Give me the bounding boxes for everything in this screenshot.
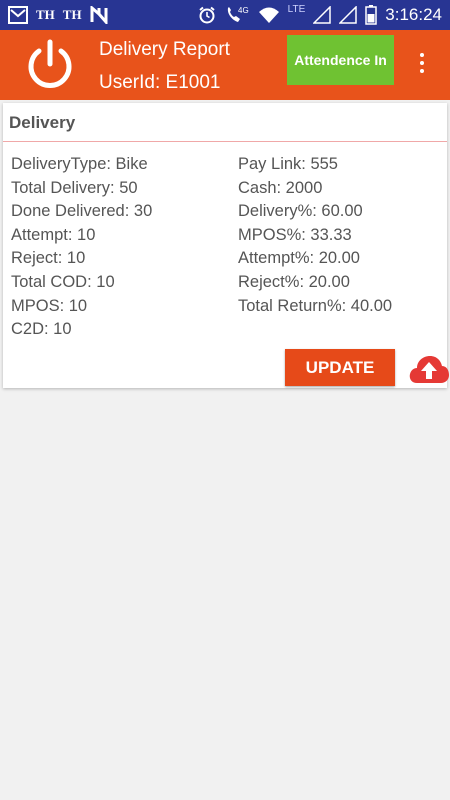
cloud-upload-icon[interactable] <box>408 353 450 385</box>
stat-done-delivered: Done Delivered: 30 <box>11 202 153 221</box>
stat-delivery-type: DeliveryType: Bike <box>11 155 148 173</box>
power-icon[interactable] <box>24 39 76 91</box>
stat-cash: Cash: 2000 <box>238 178 323 197</box>
wifi-icon <box>258 7 279 23</box>
update-button[interactable]: UPDATE <box>285 349 395 386</box>
delivery-card: Delivery DeliveryType: Bike Total Delive… <box>3 103 450 388</box>
stat-reject: Reject: 10 <box>11 249 86 268</box>
carrier-label-2: TH <box>62 7 82 22</box>
status-time: 3:16:24 <box>385 5 442 24</box>
carrier-label-1: TH <box>36 7 55 22</box>
stat-attempt: Attempt: 10 <box>11 225 96 244</box>
user-id-label: UserId: E1001 <box>99 72 221 93</box>
attendance-in-button[interactable]: Attendence In <box>287 35 394 85</box>
status-bar-left: TH TH <box>8 0 108 30</box>
card-title: Delivery <box>9 113 76 132</box>
status-bar: TH TH 4G LTE 3:16:24 <box>0 0 450 30</box>
stats-right-column: Pay Link: 555 Cash: 2000 Delivery%: 60.0… <box>238 153 392 318</box>
battery-icon <box>365 5 378 25</box>
stat-reject-percent: Reject%: 20.00 <box>238 272 350 291</box>
stat-total-cod: Total COD: 10 <box>11 272 115 291</box>
stat-total-delivery: Total Delivery: 50 <box>11 178 138 197</box>
stat-delivery-percent: Delivery%: 60.00 <box>238 202 363 221</box>
stats-left-column: DeliveryType: Bike Total Delivery: 50 Do… <box>11 153 152 342</box>
signal-icon-2 <box>339 6 358 24</box>
n-icon <box>90 6 108 24</box>
stat-mpos: MPOS: 10 <box>11 296 88 315</box>
stat-attempt-percent: Attempt%: 20.00 <box>238 249 360 268</box>
mail-icon <box>8 6 28 24</box>
more-vert-icon[interactable] <box>412 50 432 80</box>
stat-total-return-percent: Total Return%: 40.00 <box>238 296 393 315</box>
network-4g-label: 4G <box>238 6 249 15</box>
page-title: Delivery Report <box>99 39 230 60</box>
status-bar-right: 4G LTE 3:16:24 <box>198 0 442 30</box>
alarm-icon <box>199 6 215 24</box>
network-lte-label: LTE <box>287 3 306 15</box>
stat-pay-link: Pay Link: 555 <box>238 155 338 173</box>
card-divider <box>3 141 447 142</box>
call-icon: 4G <box>227 6 249 22</box>
signal-icon <box>313 6 332 24</box>
stat-c2d: C2D: 10 <box>11 320 72 339</box>
stat-mpos-percent: MPOS%: 33.33 <box>238 225 352 244</box>
app-bar: Delivery Report UserId: E1001 Attendence… <box>0 30 450 100</box>
